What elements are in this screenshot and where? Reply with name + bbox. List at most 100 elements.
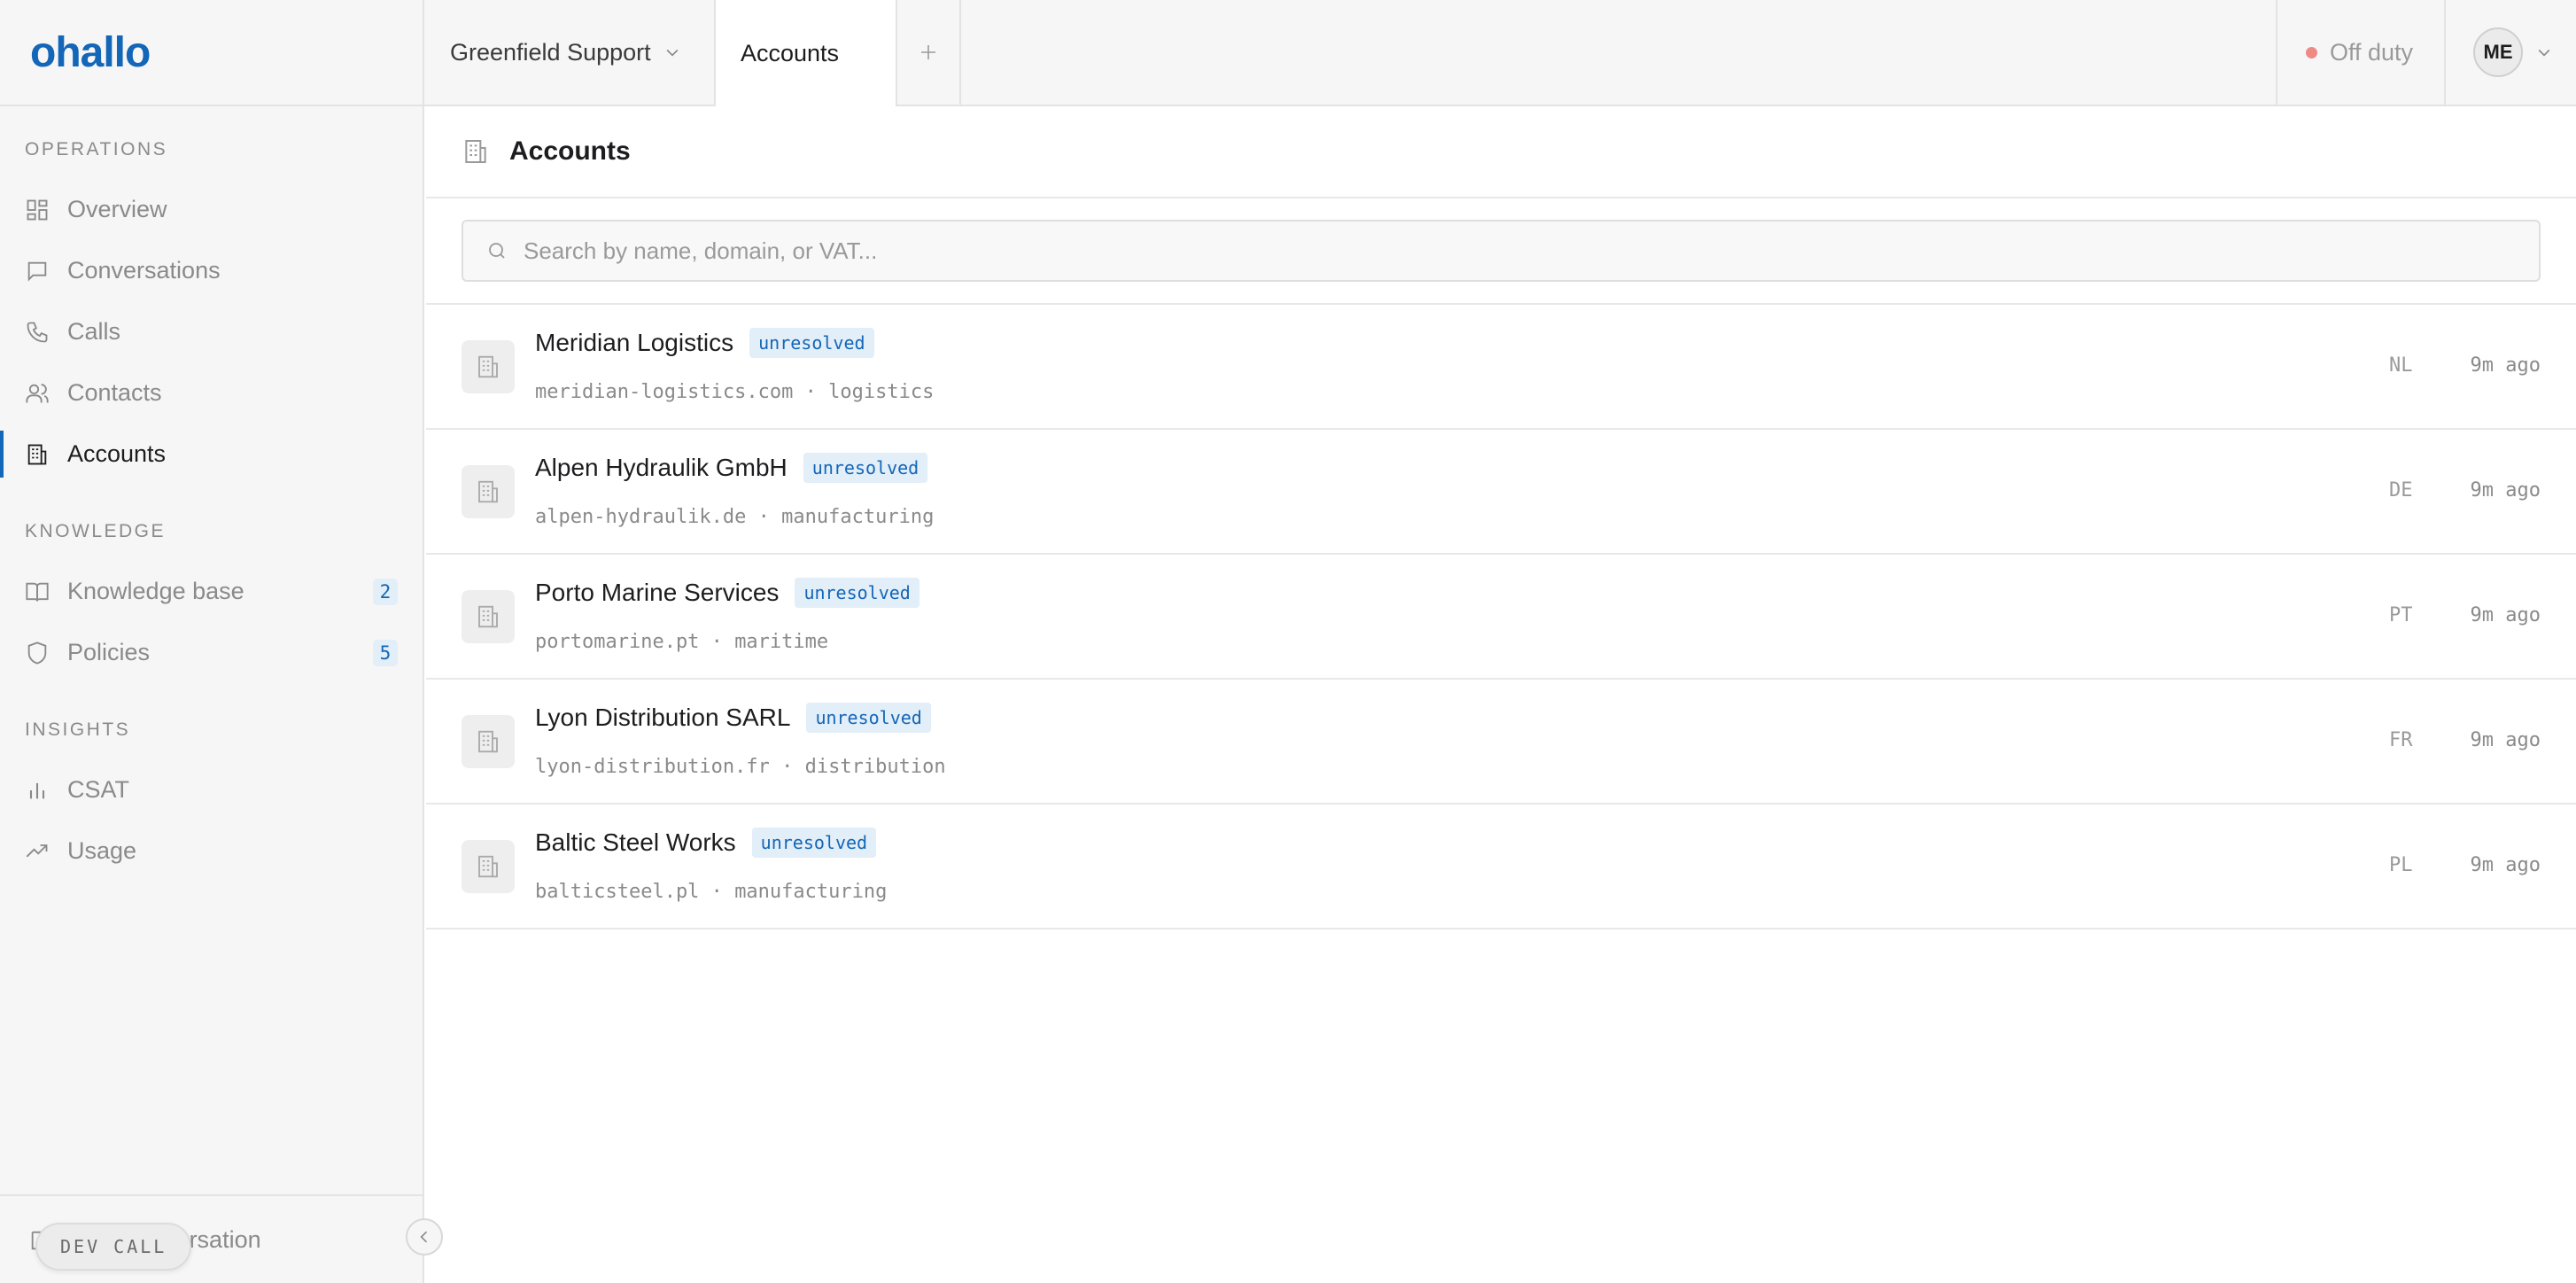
account-domain: meridian-logistics.com (535, 381, 794, 403)
shield-icon (25, 641, 50, 665)
account-updated: 9m ago (2470, 604, 2541, 626)
sidebar-item-label: CSAT (67, 776, 130, 803)
account-row[interactable]: Lyon Distribution SARL unresolved lyon-di… (426, 680, 2576, 805)
account-domain: lyon-distribution.fr (535, 756, 770, 778)
building-icon (462, 465, 515, 518)
account-domain: portomarine.pt (535, 631, 700, 653)
account-industry: manufacturing (781, 506, 935, 528)
workspace-name: Greenfield Support (450, 38, 651, 66)
sidebar-item-conversations[interactable]: Conversations (0, 240, 423, 301)
book-icon (25, 579, 50, 604)
user-menu[interactable]: ME (2473, 0, 2553, 105)
status-label: Off duty (2330, 38, 2414, 66)
sidebar-item-usage[interactable]: Usage (0, 820, 423, 882)
sidebar-item-label: Accounts (67, 440, 167, 467)
sidebar-item-calls[interactable]: Calls (0, 301, 423, 362)
add-tab-button[interactable] (897, 0, 961, 105)
account-country: PL (2389, 854, 2413, 876)
account-industry: manufacturing (734, 881, 888, 903)
account-name: Lyon Distribution SARL (535, 704, 791, 731)
availability-status[interactable]: Off duty (2276, 0, 2446, 105)
search-box[interactable] (462, 220, 2541, 282)
account-updated: 9m ago (2470, 854, 2541, 876)
status-badge: unresolved (751, 828, 877, 858)
account-country: FR (2389, 729, 2413, 751)
search-icon (489, 243, 505, 259)
building-icon (462, 715, 515, 768)
sidebar: ohallo OPERATIONS Overview Conversations… (0, 0, 424, 1283)
users-icon (25, 381, 50, 406)
avatar: ME (2473, 27, 2523, 77)
account-domain: balticsteel.pl (535, 881, 700, 903)
dev-call-button[interactable]: DEV CALL (35, 1223, 192, 1271)
status-badge: unresolved (806, 703, 931, 733)
sidebar-item-contacts[interactable]: Contacts (0, 362, 423, 424)
account-row[interactable]: Alpen Hydraulik GmbH unresolved alpen-hyd… (426, 430, 2576, 555)
account-industry: distribution (804, 756, 946, 778)
grid-icon (25, 198, 50, 222)
bar-chart-icon (25, 778, 50, 803)
section-label-knowledge: KNOWLEDGE (25, 521, 167, 541)
sidebar-item-knowledge-base[interactable]: Knowledge base 2 (0, 561, 423, 622)
account-name: Alpen Hydraulik GmbH (535, 454, 788, 481)
account-country: NL (2389, 354, 2413, 377)
account-industry: logistics (828, 381, 935, 403)
chevron-left-icon (420, 1231, 428, 1243)
account-row[interactable]: Meridian Logistics unresolved meridian-lo… (426, 305, 2576, 430)
account-name: Baltic Steel Works (535, 828, 736, 856)
chevron-down-icon (2538, 49, 2550, 57)
workspace-selector[interactable]: Greenfield Support (424, 0, 716, 105)
section-label-insights: INSIGHTS (25, 719, 131, 740)
account-domain: alpen-hydraulik.de (535, 506, 747, 528)
account-updated: 9m ago (2470, 729, 2541, 751)
building-icon (465, 140, 486, 163)
building-icon (462, 340, 515, 393)
sidebar-item-label: Overview (67, 196, 167, 222)
count-badge: 5 (373, 639, 398, 666)
app-logo[interactable]: ohallo (30, 28, 151, 77)
status-badge: unresolved (795, 578, 919, 608)
sidebar-footer: New conversation DEV CALL (0, 1194, 423, 1283)
phone-icon (25, 320, 50, 345)
sidebar-item-label: Usage (67, 837, 137, 864)
chevron-down-icon (666, 49, 679, 57)
account-row[interactable]: Porto Marine Services unresolved portomar… (426, 555, 2576, 680)
account-row[interactable]: Baltic Steel Works unresolved balticsteel… (426, 805, 2576, 929)
logo-area: ohallo (0, 0, 423, 106)
sidebar-item-csat[interactable]: CSAT (0, 759, 423, 820)
sidebar-item-label: Policies (67, 639, 151, 665)
sidebar-item-label: Conversations (67, 257, 221, 284)
account-country: PT (2389, 604, 2413, 626)
account-name: Porto Marine Services (535, 579, 780, 606)
section-label-operations: OPERATIONS (25, 139, 168, 159)
collapse-sidebar-button[interactable] (406, 1218, 443, 1256)
sidebar-item-label: Knowledge base (67, 578, 244, 604)
status-dot (2306, 46, 2317, 58)
account-name: Meridian Logistics (535, 329, 734, 356)
sidebar-item-label: Contacts (67, 379, 162, 406)
account-updated: 9m ago (2470, 479, 2541, 502)
status-badge: unresolved (749, 328, 874, 358)
chat-icon (25, 259, 50, 284)
search-bar (426, 198, 2576, 305)
search-input[interactable] (524, 237, 2539, 265)
page-header: Accounts (426, 106, 2576, 198)
sidebar-nav: OPERATIONS Overview Conversations Calls … (0, 106, 423, 882)
trend-icon (25, 839, 50, 864)
top-bar: Greenfield Support Accounts Off duty ME (424, 0, 2576, 106)
status-badge: unresolved (803, 453, 928, 483)
sidebar-item-policies[interactable]: Policies 5 (0, 622, 423, 683)
building-icon (462, 840, 515, 893)
sidebar-item-accounts[interactable]: Accounts (0, 424, 423, 485)
sidebar-item-overview[interactable]: Overview (0, 179, 423, 240)
count-badge: 2 (373, 578, 398, 605)
account-country: DE (2389, 479, 2413, 502)
accounts-list: Meridian Logistics unresolved meridian-lo… (426, 305, 2576, 929)
account-updated: 9m ago (2470, 354, 2541, 377)
page-title: Accounts (509, 136, 631, 166)
building-icon (462, 590, 515, 643)
building-icon (25, 442, 50, 467)
sidebar-item-label: Calls (67, 318, 121, 345)
tab-accounts[interactable]: Accounts (716, 0, 897, 106)
account-industry: maritime (734, 631, 829, 653)
